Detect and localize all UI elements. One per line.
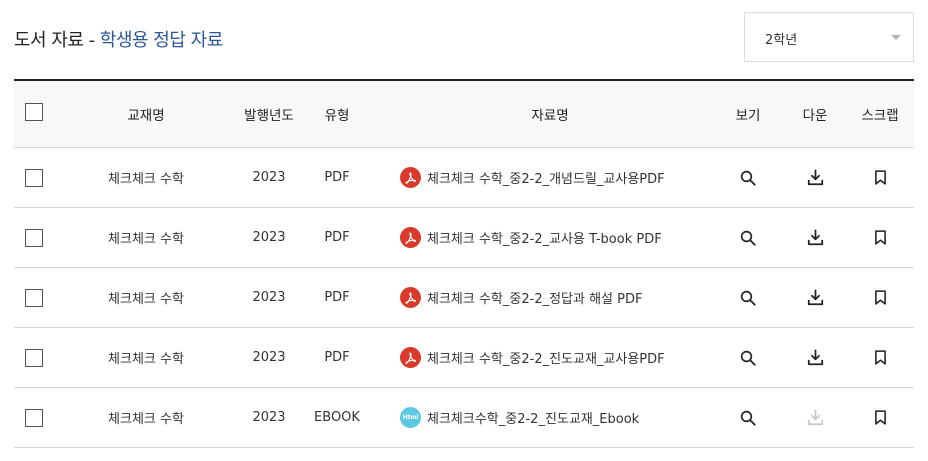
material-name-cell: Html 체크체크수학_중2-2_진도교재_Ebook (400, 388, 700, 447)
material-type: PDF (324, 350, 350, 365)
page-title: 도서 자료 - 학생용 정답 자료 (14, 26, 223, 52)
publish-year: 2023 (252, 350, 286, 365)
row-checkbox[interactable] (25, 228, 43, 247)
row-checkbox[interactable] (25, 408, 43, 427)
publish-year: 2023 (252, 410, 286, 425)
download-icon[interactable] (803, 346, 827, 370)
scrap-cell (854, 208, 906, 267)
book-name: 체크체크 수학 (108, 412, 184, 427)
table-row: 체크체크 수학 2023 EBOOK Html 체크체크수학_중2-2_진도교재_Ebo… (14, 388, 914, 448)
view-cell (728, 148, 768, 207)
row-checkbox-cell (14, 208, 54, 267)
material-name-cell: 체크체크 수학_중2-2_교사용 T-book PDF (400, 208, 700, 267)
column-header-year: 발행년도 (244, 108, 294, 124)
materials-table: 교재명 발행년도 유형 자료명 보기 다운 스크랩 체크체크 수학 2023 PDF… (14, 79, 914, 448)
publish-year: 2023 (252, 170, 286, 185)
book-name: 체크체크 수학 (108, 292, 184, 307)
download-cell (795, 388, 835, 447)
select-all-checkbox[interactable] (25, 103, 43, 121)
pdf-icon (400, 167, 421, 188)
header-checkbox-cell (14, 81, 54, 147)
table-row: 체크체크 수학 2023 PDF 체크체크 수학_중2-2_교사용 T-book PD… (14, 208, 914, 268)
download-icon[interactable] (803, 286, 827, 310)
row-checkbox-cell (14, 148, 54, 207)
material-name-cell: 체크체크 수학_중2-2_개념드릴_교사용PDF (400, 148, 700, 207)
view-cell (728, 328, 768, 387)
view-cell (728, 208, 768, 267)
pdf-icon (400, 287, 421, 308)
download-cell (795, 268, 835, 327)
row-checkbox-cell (14, 268, 54, 327)
material-name-cell: 체크체크 수학_중2-2_진도교재_교사용PDF (400, 328, 700, 387)
column-header-view: 보기 (735, 108, 761, 124)
download-icon (803, 406, 827, 430)
material-name-cell: 체크체크 수학_중2-2_정답과 해설 PDF (400, 268, 700, 327)
scrap-cell (854, 148, 906, 207)
row-checkbox-cell (14, 388, 54, 447)
search-icon[interactable] (736, 346, 760, 370)
search-icon[interactable] (736, 286, 760, 310)
material-type: PDF (324, 230, 350, 245)
material-name-link[interactable]: 체크체크 수학_중2-2_정답과 해설 PDF (427, 288, 642, 307)
view-cell (728, 268, 768, 327)
scrap-cell (854, 388, 906, 447)
table-body: 체크체크 수학 2023 PDF 체크체크 수학_중2-2_개념드릴_교사용PDF 체크… (14, 148, 914, 448)
column-header-scrap: 스크랩 (861, 108, 899, 124)
pdf-icon (400, 227, 421, 248)
row-checkbox[interactable] (25, 348, 43, 367)
bookmark-icon[interactable] (868, 406, 892, 430)
material-type: EBOOK (314, 410, 360, 425)
scrap-cell (854, 328, 906, 387)
view-cell (728, 388, 768, 447)
table-row: 체크체크 수학 2023 PDF 체크체크 수학_중2-2_진도교재_교사용PDF (14, 328, 914, 388)
html-icon: Html (400, 407, 421, 428)
book-name: 체크체크 수학 (108, 172, 184, 187)
page-title-accent: 학생용 정답 자료 (99, 30, 223, 51)
page-header: 도서 자료 - 학생용 정답 자료 2학년 (14, 12, 914, 62)
bookmark-icon[interactable] (868, 166, 892, 190)
book-name: 체크체크 수학 (108, 232, 184, 247)
chevron-down-icon (891, 35, 901, 40)
material-name-link[interactable]: 체크체크 수학_중2-2_개념드릴_교사용PDF (427, 168, 665, 187)
search-icon[interactable] (736, 166, 760, 190)
bookmark-icon[interactable] (868, 346, 892, 370)
material-type: PDF (324, 170, 350, 185)
material-type: PDF (324, 290, 350, 305)
page-title-section: 도서 자료 - (14, 30, 100, 51)
search-icon[interactable] (736, 226, 760, 250)
material-name-link[interactable]: 체크체크 수학_중2-2_교사용 T-book PDF (427, 228, 662, 247)
download-cell (795, 148, 835, 207)
grade-select-value: 2학년 (765, 33, 798, 48)
search-icon[interactable] (736, 406, 760, 430)
scrap-cell (854, 268, 906, 327)
download-cell (795, 208, 835, 267)
table-row: 체크체크 수학 2023 PDF 체크체크 수학_중2-2_개념드릴_교사용PDF (14, 148, 914, 208)
pdf-icon (400, 347, 421, 368)
download-icon[interactable] (803, 226, 827, 250)
row-checkbox-cell (14, 328, 54, 387)
material-name-link[interactable]: 체크체크수학_중2-2_진도교재_Ebook (427, 408, 639, 427)
material-name-link[interactable]: 체크체크 수학_중2-2_진도교재_교사용PDF (427, 348, 665, 367)
bookmark-icon[interactable] (868, 226, 892, 250)
publish-year: 2023 (252, 290, 286, 305)
table-row: 체크체크 수학 2023 PDF 체크체크 수학_중2-2_정답과 해설 PDF (14, 268, 914, 328)
row-checkbox[interactable] (25, 168, 43, 187)
bookmark-icon[interactable] (868, 286, 892, 310)
column-header-book: 교재명 (127, 108, 165, 124)
book-name: 체크체크 수학 (108, 352, 184, 367)
download-cell (795, 328, 835, 387)
column-header-type: 유형 (324, 108, 350, 124)
publish-year: 2023 (252, 230, 286, 245)
table-header-row: 교재명 발행년도 유형 자료명 보기 다운 스크랩 (14, 81, 914, 148)
grade-select[interactable]: 2학년 (744, 12, 914, 62)
column-header-download: 다운 (802, 108, 828, 124)
download-icon[interactable] (803, 166, 827, 190)
row-checkbox[interactable] (25, 288, 43, 307)
column-header-name: 자료명 (531, 108, 569, 124)
